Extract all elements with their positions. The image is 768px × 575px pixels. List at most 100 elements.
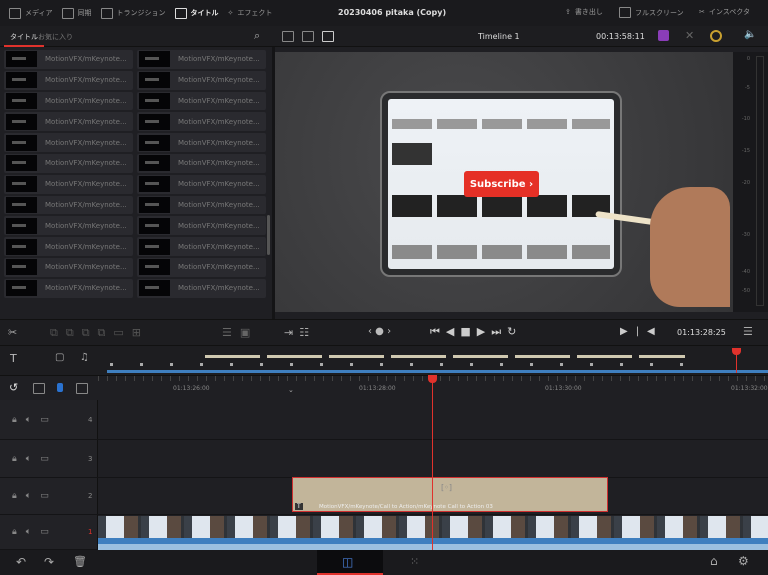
tab-sync[interactable]: 同期 [61,7,92,19]
lock-icon[interactable]: 🔒︎ [12,415,17,425]
transform-icon[interactable]: ✕ [685,29,694,42]
jog-icon[interactable]: ‹ ● › [368,326,391,337]
trash-icon[interactable]: 🗑 [73,555,87,568]
title-list-item[interactable]: MotionVFX/mKeynote... [4,91,133,111]
inspector-button[interactable]: ✂ インスペクタ [699,7,750,17]
title-list-item[interactable]: MotionVFX/mKeynote... [137,195,266,215]
playhead-handle[interactable] [428,375,437,383]
color-page-icon[interactable]: ⁙ [410,555,419,568]
title-list-item[interactable]: MotionVFX/mKeynote... [137,70,266,90]
title-list-item[interactable]: MotionVFX/mKeynote... [4,133,133,152]
viewer-mode3-icon[interactable] [322,31,334,42]
marker-icon[interactable] [57,383,63,392]
title-list-item[interactable]: MotionVFX/mKeynote... [4,70,133,90]
left-tab-favorites[interactable]: お気に入り [38,32,73,42]
snap-icon[interactable]: ↺ [9,381,18,394]
title-thumbnail [6,176,37,193]
audio-track-icon[interactable]: ♫ [80,352,89,363]
tab-effects[interactable]: ✧ エフェクト [228,8,273,18]
title-list-item[interactable]: MotionVFX/mKeynote... [137,133,266,152]
title-clip[interactable]: [◦] T MotionVFX/mKeynote/Call to Action/… [292,477,608,512]
title-list-item[interactable]: MotionVFX/mKeynote... [137,216,266,236]
home-icon[interactable]: ⌂ [710,554,718,568]
undo-icon[interactable]: ↶ [16,555,26,569]
timeline-name[interactable]: Timeline 1 [478,32,520,41]
title-list-item[interactable]: MotionVFX/mKeynote... [137,257,266,277]
playhead[interactable] [432,375,433,550]
title-list-item[interactable]: MotionVFX/mKeynote... [137,278,266,298]
title-list-item[interactable]: MotionVFX/mKeynote... [4,112,133,132]
sub-toolbar: タイトル お気に入り ⌕ Timeline 1 00:13:58:11 ✕ 🔈 [0,26,768,47]
audio-icon[interactable]: 🔈 [744,29,756,40]
transport-controls[interactable]: ⏮◀■▶⏭↻ [430,325,522,339]
tab-transition[interactable]: トランジション [100,7,166,19]
mark-in-out-icons[interactable]: ▶|◀ [620,326,663,337]
page-cut[interactable]: ◫ [317,550,383,575]
speaker-icon[interactable]: 🔈︎ [26,527,31,537]
search-icon[interactable]: ⌕ [254,29,260,43]
settings-icon[interactable]: ⚙ [738,554,749,568]
audio-waveform[interactable] [98,538,768,550]
tab-title[interactable]: タイトル [174,7,219,19]
title-thumbnail [139,72,170,89]
menu-icon[interactable]: ☰ [743,325,753,338]
mini-timeline[interactable]: T ▢ ♫ [0,345,768,375]
title-list-item[interactable]: MotionVFX/mKeynote... [137,153,266,173]
scissors-icon[interactable]: ✂ [8,326,17,339]
title-list-item[interactable]: MotionVFX/mKeynote... [4,153,133,173]
fullscreen-button[interactable]: フルスクリーン [619,7,684,18]
title-list-item[interactable]: MotionVFX/mKeynote... [4,278,133,298]
viewer-mode-icon[interactable] [282,31,294,42]
title-thumbnail [6,155,37,172]
title-list-item[interactable]: MotionVFX/mKeynote... [4,257,133,277]
title-list-item[interactable]: MotionVFX/mKeynote... [4,195,133,215]
mini-playhead-handle[interactable] [732,348,741,355]
lock-icon[interactable]: 🔒︎ [12,527,17,537]
edit-mode-icons[interactable]: ⧉⧉⧉⧉▭⊞ [50,326,149,340]
meter-label: 0 [746,56,750,62]
title-list-item[interactable]: MotionVFX/mKeynote... [137,91,266,111]
audio-tools-icons[interactable]: ☰▣ [222,326,258,339]
speaker-icon[interactable]: 🔈︎ [26,454,31,464]
title-list-item[interactable]: MotionVFX/mKeynote... [137,174,266,194]
monitor-icon[interactable]: ▭ [40,454,49,464]
export-button[interactable]: ⇪ 書き出し [565,7,603,17]
title-list-item[interactable]: MotionVFX/mKeynote... [4,50,133,69]
monitor-icon[interactable]: ▭ [40,415,49,425]
title-item-label: MotionVFX/mKeynote... [178,138,260,147]
color-wheel-icon[interactable] [710,30,722,42]
speaker-icon[interactable]: 🔈︎ [26,415,31,425]
title-tool-icon[interactable]: T [10,352,17,365]
title-list-item[interactable]: MotionVFX/mKeynote... [4,174,133,194]
clip-tools-icons[interactable]: ⇥☷ [284,326,315,339]
color-icon[interactable] [658,30,669,41]
title-thumbnail [139,92,170,109]
list-scrollbar[interactable] [267,215,270,255]
title-item-label: MotionVFX/mKeynote... [45,200,127,209]
lock-icon[interactable]: 🔒︎ [12,491,17,501]
video-track-icon[interactable]: ▢ [55,352,64,363]
title-list-item[interactable]: MotionVFX/mKeynote... [4,216,133,236]
title-list-item[interactable]: MotionVFX/mKeynote... [137,112,266,132]
title-list-item[interactable]: MotionVFX/mKeynote... [137,50,266,69]
transition-icon [100,7,113,19]
timeline-ruler[interactable]: ↺ 01:13:26:00 01:13:28:00 01:13:30:00 01… [0,375,768,400]
lock-icon[interactable]: 🔒︎ [12,454,17,464]
viewer-mode2-icon[interactable] [302,31,314,42]
monitor-icon[interactable]: ▭ [40,491,49,501]
monitor-icon[interactable]: ▭ [40,527,49,537]
viewer[interactable]: Subscribe › [275,52,733,312]
redo-icon[interactable]: ↷ [44,555,54,569]
title-thumbnail [139,155,170,172]
title-list-item[interactable]: MotionVFX/mKeynote... [137,237,266,256]
chevron-down-icon[interactable]: ⌄ [288,386,294,394]
link-icon[interactable] [33,383,45,394]
speaker-icon[interactable]: 🔈︎ [26,491,31,501]
tab-media[interactable]: メディア [9,7,53,19]
title-item-label: MotionVFX/mKeynote... [178,242,260,251]
video-clip-filmstrip[interactable] [98,516,768,538]
project-title: 20230406 pitaka (Copy) [338,8,447,17]
title-list-item[interactable]: MotionVFX/mKeynote... [4,237,133,256]
add-track-icon[interactable] [76,383,88,394]
left-tab-titles[interactable]: タイトル [10,32,38,42]
